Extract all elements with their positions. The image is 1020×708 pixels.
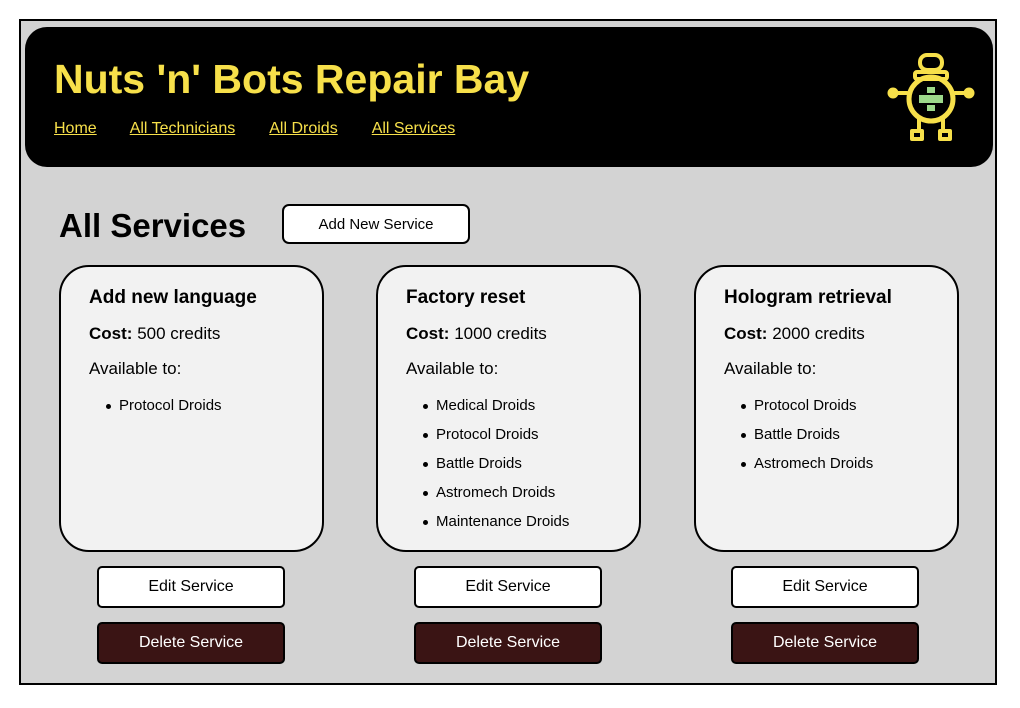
cost-label: Cost:: [89, 324, 133, 343]
service-card: Hologram retrieval Cost: 2000 credits Av…: [694, 265, 959, 552]
page-frame: Nuts 'n' Bots Repair Bay Home All Techni…: [19, 19, 997, 685]
list-item: Medical Droids: [423, 391, 639, 420]
droid-list: Protocol Droids: [89, 391, 322, 420]
cost-value: 500 credits: [137, 324, 221, 343]
delete-service-button[interactable]: Delete Service: [97, 622, 285, 664]
service-card: Factory reset Cost: 1000 credits Availab…: [376, 265, 641, 552]
list-item: Astromech Droids: [423, 478, 639, 507]
cost-value: 1000 credits: [454, 324, 547, 343]
edit-service-button[interactable]: Edit Service: [97, 566, 285, 608]
available-to-label: Available to:: [89, 359, 182, 378]
available-to-label: Available to:: [406, 359, 499, 378]
service-name: Add new language: [89, 287, 257, 308]
delete-service-button[interactable]: Delete Service: [731, 622, 919, 664]
nav-link-home[interactable]: Home: [54, 118, 97, 140]
service-cost: Cost: 1000 credits: [406, 323, 639, 345]
list-item: Protocol Droids: [423, 420, 639, 449]
edit-service-button[interactable]: Edit Service: [731, 566, 919, 608]
main-nav: Home All Technicians All Droids All Serv…: [54, 118, 455, 140]
list-item: Protocol Droids: [106, 391, 322, 420]
page-title: All Services: [59, 207, 247, 244]
nav-link-all-droids[interactable]: All Droids: [269, 118, 337, 140]
service-cost: Cost: 2000 credits: [724, 323, 957, 345]
edit-service-button[interactable]: Edit Service: [414, 566, 602, 608]
list-item: Battle Droids: [423, 449, 639, 478]
list-item: Protocol Droids: [741, 391, 957, 420]
cost-label: Cost:: [406, 324, 450, 343]
cost-label: Cost:: [724, 324, 768, 343]
service-name: Hologram retrieval: [724, 287, 892, 308]
droid-list: Medical Droids Protocol Droids Battle Dr…: [406, 391, 639, 536]
nav-link-all-technicians[interactable]: All Technicians: [130, 118, 236, 140]
droid-list: Protocol Droids Battle Droids Astromech …: [724, 391, 957, 478]
add-new-service-button[interactable]: Add New Service: [282, 204, 470, 244]
available-to-label: Available to:: [724, 359, 817, 378]
list-item: Maintenance Droids: [423, 507, 639, 536]
cost-value: 2000 credits: [772, 324, 865, 343]
nav-link-all-services[interactable]: All Services: [372, 118, 456, 140]
site-header: Nuts 'n' Bots Repair Bay Home All Techni…: [25, 27, 993, 167]
service-cost: Cost: 500 credits: [89, 323, 322, 345]
delete-service-button[interactable]: Delete Service: [414, 622, 602, 664]
list-item: Battle Droids: [741, 420, 957, 449]
service-card: Add new language Cost: 500 credits Avail…: [59, 265, 324, 552]
list-item: Astromech Droids: [741, 449, 957, 478]
site-title: Nuts 'n' Bots Repair Bay: [54, 56, 530, 102]
service-name: Factory reset: [406, 287, 526, 308]
robot-medic-icon: [887, 53, 975, 141]
